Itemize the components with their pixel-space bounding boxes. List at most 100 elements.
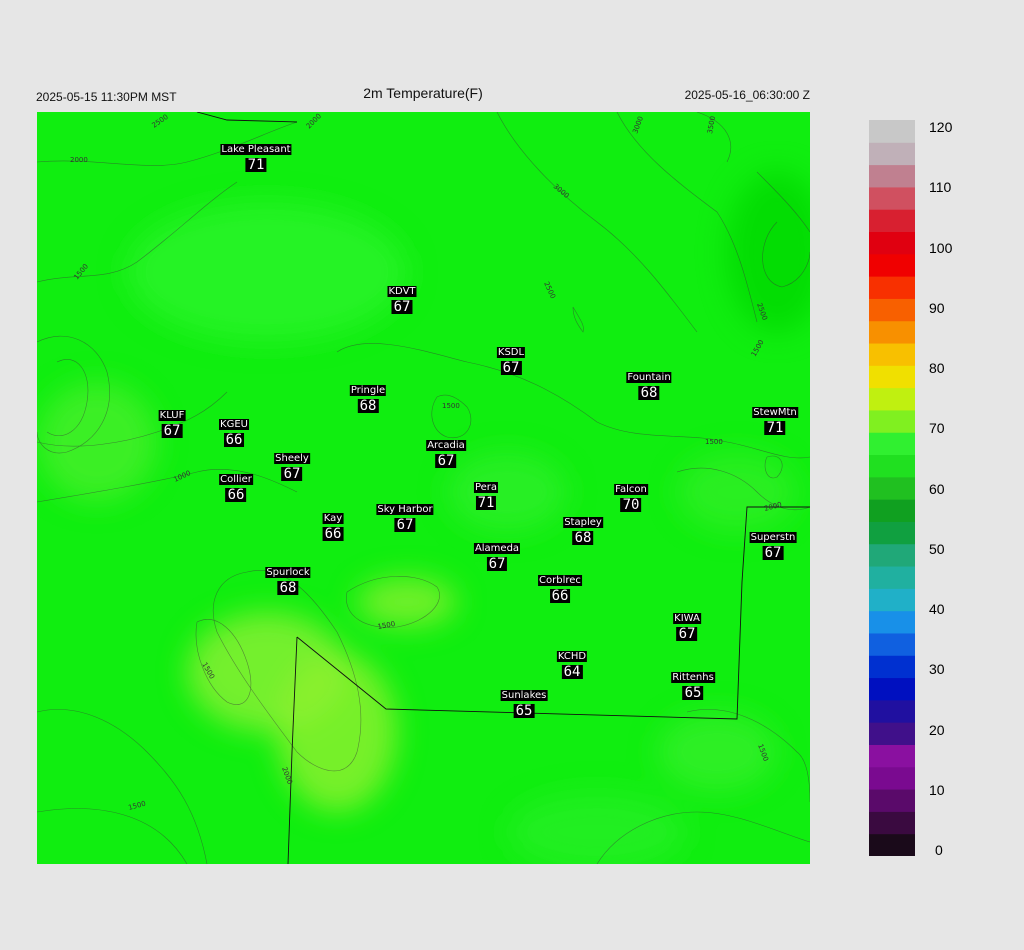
station-temperature: 68 [277,580,299,596]
station-name: KSDL [496,347,526,358]
colorbar-band [869,253,915,277]
station-spurlock: Spurlock 68 [265,563,311,596]
colorbar-tick-label: 60 [929,480,945,497]
colorbar-band [869,387,915,411]
station-corblrec: Corblrec 66 [538,571,582,603]
station-temperature: 66 [322,526,344,542]
station-temperature: 68 [638,385,660,401]
station-temperature: 70 [620,497,642,513]
colorbar-band [869,766,915,790]
colorbar-band [869,320,915,344]
colorbar-band [869,722,915,745]
colorbar-band [869,186,915,210]
colorbar-band [869,298,915,322]
colorbar-band [869,833,915,856]
station-sunlakes: Sunlakes 65 [500,686,548,719]
colorbar-band [869,588,915,612]
station-ksdl: KSDL 67 [496,343,526,376]
station-name: KIWA [673,613,701,624]
station-temperature: 67 [281,466,303,482]
colorbar-tick-label: 90 [929,299,945,316]
colorbar-band [869,811,915,835]
station-kchd: KCHD 64 [556,647,588,680]
colorbar-tick-label: 110 [929,179,952,196]
station-name: Spurlock [265,567,311,578]
station-alameda: Alameda 67 [473,539,521,572]
station-sky-harbor: Sky Harbor 67 [376,500,434,532]
map-field [37,112,810,864]
station-name: Arcadia [426,440,466,451]
station-temperature: 65 [682,685,704,701]
colorbar-band [869,632,915,656]
station-name: Superstn [749,532,797,543]
station-kay: Kay 66 [322,509,344,542]
station-name: Pringle [349,385,387,396]
colorbar-band [869,566,915,589]
station-name: KLUF [158,410,186,421]
valid-time-utc: 2025-05-16_06:30:00 Z [684,88,810,102]
station-stewmtn: StewMtn 71 [752,403,798,435]
colorbar-band [869,744,915,768]
colorbar-band [869,164,915,188]
colorbar-tick-label: 70 [929,420,945,437]
station-temperature: 71 [764,420,786,436]
station-temperature: 67 [486,556,508,572]
colorbar-tick-label: 0 [935,842,943,858]
station-name: Corblrec [538,575,582,586]
station-pringle: Pringle 68 [349,381,387,414]
colorbar-band [869,120,915,143]
station-name: StewMtn [752,407,798,418]
station-temperature: 71 [475,495,497,511]
station-collier: Collier 66 [219,470,253,502]
station-temperature: 66 [225,487,247,503]
station-name: KDVT [387,286,417,297]
station-name: Fountain [626,372,672,383]
colorbar-tick-label: 40 [929,601,945,617]
colorbar-tick-label: 120 [929,119,953,135]
station-name: Rittenhs [671,672,715,683]
station-temperature: 67 [500,360,522,376]
colorbar-band [869,699,915,723]
colorbar-tick-label: 20 [929,721,945,738]
colorbar-band [869,521,915,545]
station-kgeu: KGEU 66 [219,415,249,447]
colorbar [869,120,915,856]
colorbar-band [869,476,915,500]
station-kiwa: KIWA 67 [673,609,701,641]
station-temperature: 67 [762,545,784,561]
colorbar-band [869,276,915,299]
colorbar-tick-label: 30 [929,661,945,678]
station-sheely: Sheely 67 [274,449,310,481]
colorbar-band [869,231,915,255]
temperature-map[interactable]: 2500200020003000350030002500250020001500… [37,112,810,864]
station-superstn: Superstn 67 [749,528,797,561]
station-temperature: 68 [572,530,594,546]
station-name: Pera [473,482,499,493]
colorbar-tick-label: 100 [929,239,953,256]
colorbar-band [869,365,915,389]
colorbar-tick-label: 80 [929,360,945,376]
station-temperature: 68 [357,398,379,414]
station-temperature: 67 [391,299,413,315]
colorbar-band [869,677,915,701]
colorbar-band [869,543,915,567]
station-stapley: Stapley 68 [563,513,603,545]
station-name: Sheely [274,453,310,464]
colorbar-band [869,655,915,679]
station-name: Stapley [563,517,603,528]
station-temperature: 64 [561,664,583,680]
station-temperature: 71 [245,157,267,173]
station-name: Sunlakes [500,690,548,701]
station-name: Sky Harbor [376,504,434,515]
station-temperature: 67 [161,423,183,439]
colorbar-band [869,142,915,166]
station-name: Lake Pleasant [220,144,292,155]
station-kdvt: KDVT 67 [387,282,417,315]
station-temperature: 67 [676,626,698,642]
station-temperature: 65 [513,703,535,719]
station-falcon: Falcon 70 [614,480,648,512]
station-name: Kay [322,513,344,524]
station-name: Falcon [614,484,648,495]
station-temperature: 67 [435,453,457,469]
station-arcadia: Arcadia 67 [426,436,466,468]
